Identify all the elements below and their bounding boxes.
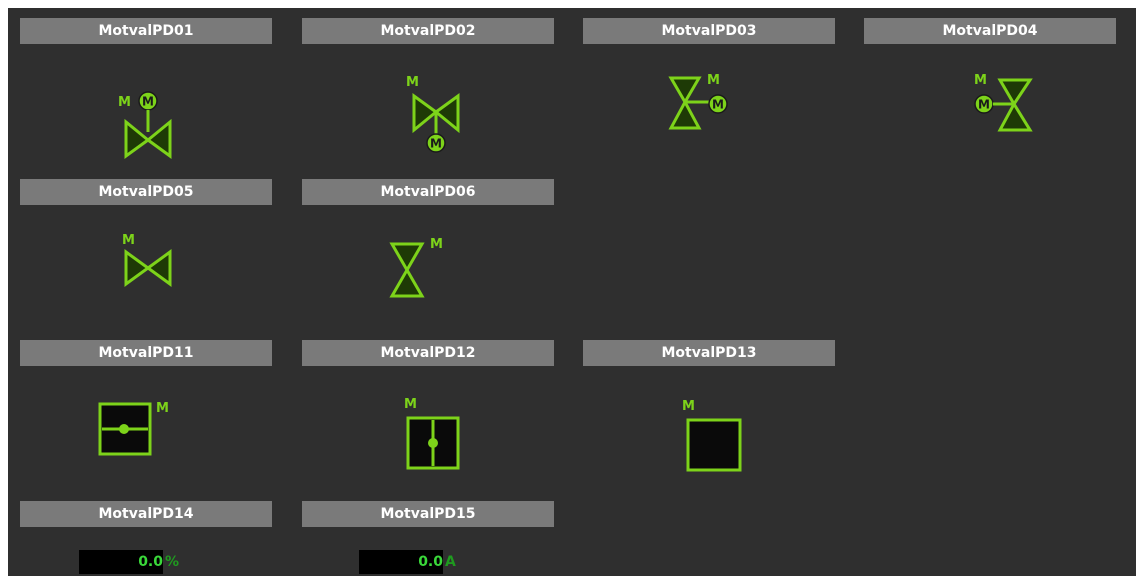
readout-unit: A	[445, 554, 456, 570]
motor-m-letter: M	[430, 237, 443, 252]
label-motvalpd11: MotvalPD11	[20, 340, 272, 366]
motor-m-letter: M	[406, 75, 419, 90]
label-motvalpd01: MotvalPD01	[20, 18, 272, 44]
motvalpd05-valve-icon[interactable]: M	[112, 230, 192, 294]
motvalpd15-readout[interactable]: 0.0 A	[359, 550, 456, 574]
valve-top-triangle	[389, 242, 425, 274]
actuator-letter: M	[712, 98, 724, 112]
motvalpd01-valve-icon[interactable]: M M	[108, 88, 188, 162]
readout-value: 0.0	[418, 554, 443, 570]
actuator-letter: M	[978, 98, 990, 112]
valve-top-triangle	[668, 76, 702, 105]
motvalpd02-valve-icon[interactable]: M M	[398, 70, 478, 160]
label-motvalpd06: MotvalPD06	[302, 179, 554, 205]
motor-m-letter: M	[707, 73, 720, 88]
label-motvalpd12: MotvalPD12	[302, 340, 554, 366]
label-motvalpd03: MotvalPD03	[583, 18, 835, 44]
hmi-panel: MotvalPD01 MotvalPD02 MotvalPD03 MotvalP…	[8, 8, 1136, 576]
motor-m-letter: M	[974, 73, 987, 88]
label-motvalpd13: MotvalPD13	[583, 340, 835, 366]
motor-m-letter: M	[682, 399, 695, 414]
valve-right-triangle	[433, 93, 460, 134]
damper-frame	[686, 418, 742, 472]
motor-m-letter: M	[118, 95, 131, 110]
damper-pivot	[428, 438, 438, 448]
motvalpd12-damper-icon[interactable]: M	[400, 394, 470, 478]
label-motvalpd15: MotvalPD15	[302, 501, 554, 527]
readout-unit: %	[165, 554, 180, 570]
damper-pivot	[119, 424, 129, 434]
valve-left-triangle	[412, 93, 439, 134]
valve-top-triangle	[997, 78, 1033, 107]
label-motvalpd02: MotvalPD02	[302, 18, 554, 44]
motvalpd13-damper-icon[interactable]: M	[678, 396, 748, 480]
motvalpd04-valve-icon[interactable]: M M	[966, 66, 1046, 140]
motvalpd06-valve-icon[interactable]: M	[382, 230, 462, 304]
motvalpd03-valve-icon[interactable]: M M	[663, 66, 743, 140]
valve-bottom-triangle	[389, 266, 425, 298]
label-motvalpd04: MotvalPD04	[864, 18, 1116, 44]
actuator-letter: M	[142, 95, 154, 109]
valve-bottom-triangle	[668, 98, 702, 130]
valve-left-triangle	[124, 249, 151, 287]
readout-value: 0.0	[138, 554, 163, 570]
actuator-letter: M	[430, 137, 442, 151]
label-motvalpd05: MotvalPD05	[20, 179, 272, 205]
label-motvalpd14: MotvalPD14	[20, 501, 272, 527]
motvalpd11-damper-icon[interactable]: M	[94, 394, 184, 464]
motor-m-letter: M	[404, 397, 417, 412]
motor-m-letter: M	[156, 401, 169, 416]
valve-bottom-triangle	[997, 100, 1033, 132]
valve-right-triangle	[145, 249, 172, 287]
valve-left-triangle	[124, 118, 151, 159]
valve-right-triangle	[145, 118, 172, 159]
motor-m-letter: M	[122, 233, 135, 248]
motvalpd14-readout[interactable]: 0.0 %	[79, 550, 179, 574]
